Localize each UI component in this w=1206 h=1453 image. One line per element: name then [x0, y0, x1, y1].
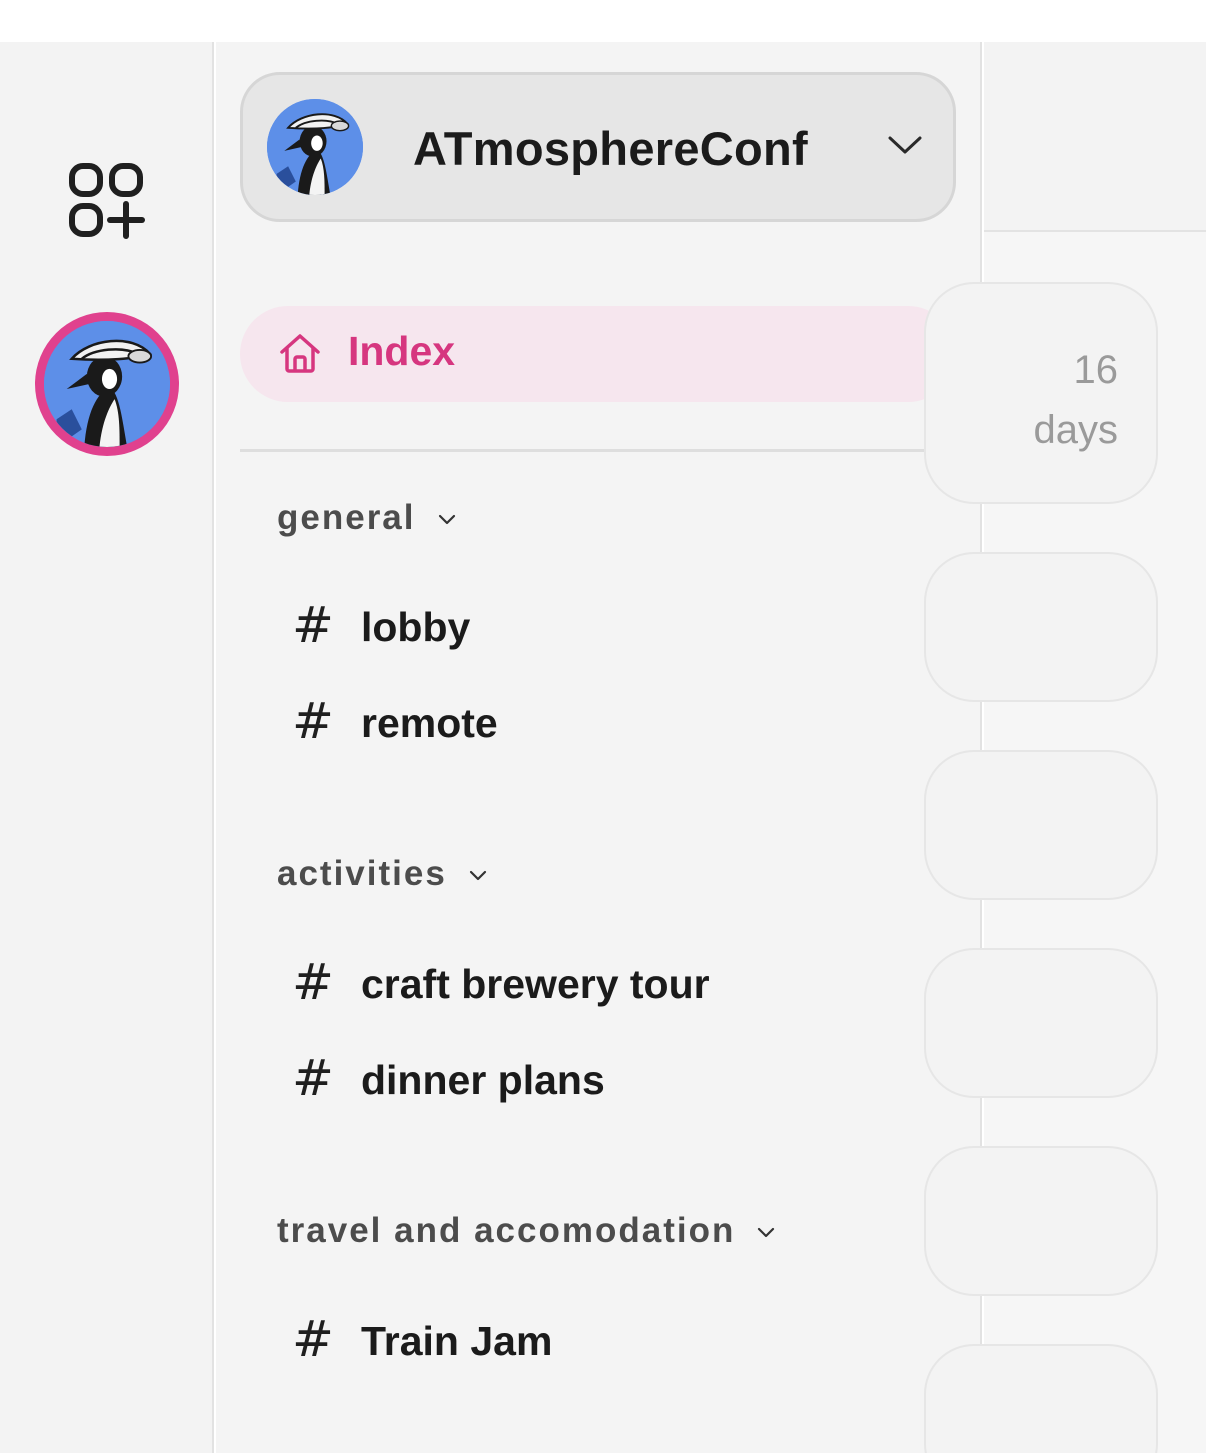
thread-timestamp-value: 16	[1073, 348, 1119, 392]
channel-item-remote[interactable]: # remote	[254, 680, 944, 772]
channel-item-dinner-plans[interactable]: # dinner plans	[254, 1037, 944, 1129]
channel-item-craft-brewery-tour[interactable]: # craft brewery tour	[254, 941, 944, 1033]
channel-sidebar: ATmosphereConf Index general # lobby # r…	[216, 42, 982, 1453]
chevron-down-icon	[469, 870, 486, 880]
space-name: ATmosphereConf	[413, 122, 809, 175]
space-avatar-image	[44, 321, 170, 447]
section-label: travel and accomodation	[277, 1211, 775, 1251]
channel-label: Train Jam	[361, 1318, 553, 1364]
add-space-icon[interactable]	[64, 160, 148, 240]
section-header-travel-and-accomodation[interactable]: travel and accomodation	[240, 1191, 956, 1275]
chevron-down-icon	[888, 136, 922, 154]
space-avatar-image	[267, 99, 363, 195]
thread-card[interactable]	[924, 948, 1158, 1098]
chevron-down-icon	[758, 1227, 775, 1237]
thread-card[interactable]	[924, 1344, 1158, 1453]
thread-card[interactable]	[924, 552, 1158, 702]
hash-icon: #	[292, 1310, 334, 1368]
space-avatar-button[interactable]	[35, 312, 179, 456]
section-label: activities	[277, 854, 487, 894]
thread-timestamp-unit: days	[1033, 408, 1119, 452]
thread-card[interactable]: 16 days	[924, 282, 1158, 504]
main-header	[984, 42, 1206, 232]
thread-card[interactable]	[924, 1146, 1158, 1296]
top-status-area	[0, 0, 1206, 42]
channel-label: lobby	[361, 604, 471, 650]
home-icon	[280, 334, 320, 373]
channel-item-train-jam[interactable]: # Train Jam	[254, 1298, 944, 1390]
section-header-activities[interactable]: activities	[240, 834, 956, 918]
channel-item-lobby[interactable]: # lobby	[254, 584, 944, 676]
chevron-down-icon	[438, 514, 455, 524]
spaces-rail	[0, 42, 214, 1453]
hash-icon: #	[292, 1049, 334, 1107]
hash-icon: #	[292, 692, 334, 750]
thread-timestamp: 16 days	[1034, 340, 1119, 460]
channel-label: dinner plans	[361, 1057, 605, 1103]
channel-label: craft brewery tour	[361, 961, 710, 1007]
main-content-pane: 16 days	[924, 42, 1206, 1453]
channel-label: remote	[361, 700, 498, 746]
hash-icon: #	[292, 953, 334, 1011]
divider	[240, 449, 957, 452]
nav-item-index[interactable]: Index	[240, 306, 956, 402]
nav-item-label: Index	[348, 328, 456, 374]
section-label: general	[277, 498, 456, 538]
section-header-general[interactable]: general	[240, 478, 956, 562]
space-switcher[interactable]: ATmosphereConf	[240, 72, 956, 222]
thread-card[interactable]	[924, 750, 1158, 900]
hash-icon: #	[292, 596, 334, 654]
